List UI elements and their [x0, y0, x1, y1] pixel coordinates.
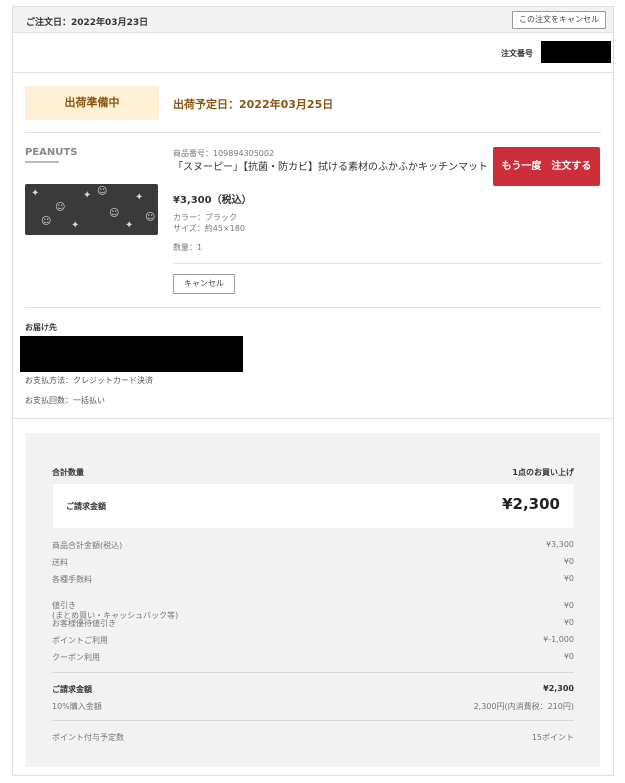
product-size: サイズ：約45×180 — [173, 224, 245, 233]
summary-row-value: ¥0 — [563, 652, 574, 661]
bill-amount-box: ご請求金額 ¥2,300 — [53, 484, 573, 528]
payment-count: お支払回数：一括払い — [25, 396, 105, 405]
cancel-order-button[interactable]: この注文をキャンセル — [512, 11, 606, 29]
product-quantity: 数量：1 — [173, 243, 203, 252]
product-image[interactable]: PEANUTS ✦ ☺ ✦ ☺ ✦ ☺ ✦ ☺ ✦ ☺ — [25, 147, 159, 237]
divider — [25, 132, 601, 133]
summary-row: 各種手数料 ¥0 — [52, 574, 574, 585]
cancel-item-button[interactable]: キャンセル — [173, 274, 235, 294]
reorder-button[interactable]: もう一度 注文する — [493, 147, 600, 186]
points-label: ポイント付与予定数 — [52, 733, 124, 742]
divider — [25, 307, 601, 308]
status-badge: 出荷準備中 — [25, 86, 159, 120]
bill-amount-label: ご請求金額 — [66, 502, 106, 511]
tax-label: 10%購入金額 — [52, 702, 102, 711]
summary-row-label: ポイントご利用 — [52, 636, 108, 645]
divider — [13, 72, 613, 73]
bill-amount-value: ¥2,300 — [502, 495, 560, 513]
summary-row: 送料 ¥0 — [52, 557, 574, 568]
ship-date: 出荷予定日：2022年03月25日 — [173, 98, 334, 111]
brand-logo: PEANUTS — [25, 147, 78, 158]
summary-row-label: 各種手数料 — [52, 575, 92, 584]
payment-method: お支払方法：クレジットカード決済 — [25, 376, 153, 385]
tax-row: 10%購入金額 2,300円(内消費税：210円) — [52, 701, 574, 712]
total-quantity-label: 合計数量 — [52, 468, 84, 477]
summary-row-value: ¥0 — [563, 557, 574, 566]
summary-row-label: 送料 — [52, 558, 68, 567]
product-code: 商品番号：109894305002 — [173, 149, 275, 158]
bill-total-row: ご請求金額 ¥2,300 — [52, 684, 574, 695]
kitchen-mat-image: ✦ ☺ ✦ ☺ ✦ ☺ ✦ ☺ ✦ ☺ — [25, 184, 158, 235]
summary-row-value: ¥-1,000 — [543, 635, 574, 644]
product-name[interactable]: 「スヌーピー」【抗菌・防カビ】拭ける素材のふかふかキッチンマット — [173, 161, 488, 175]
product-price: ¥3,300（税込） — [173, 195, 252, 206]
summary-row-label: 商品合計金額(税込) — [52, 541, 123, 550]
order-detail-card: ご注文日：2022年03月23日 この注文をキャンセル 注文番号 出荷準備中 出… — [12, 6, 614, 776]
summary-row: ポイントご利用 ¥-1,000 — [52, 635, 574, 646]
total-quantity-value: 1点のお買い上げ — [512, 468, 574, 477]
summary-row: クーポン利用 ¥0 — [52, 652, 574, 663]
product-color: カラー：ブラック — [173, 213, 237, 222]
bill-total-label: ご請求金額 — [52, 685, 92, 694]
summary-row-value: ¥0 — [563, 574, 574, 583]
summary-row: 商品合計金額(税込) ¥3,300 — [52, 540, 574, 551]
delivery-address-redacted — [20, 336, 243, 372]
divider — [13, 418, 613, 419]
order-number-redacted — [541, 41, 611, 63]
summary-row-value: ¥0 — [563, 618, 574, 627]
order-number-label: 注文番号 — [501, 49, 533, 58]
summary-row-value: ¥3,300 — [546, 540, 574, 549]
order-date: ご注文日：2022年03月23日 — [26, 18, 149, 28]
divider — [52, 720, 574, 721]
divider — [52, 672, 574, 673]
summary-row-value: ¥0 — [563, 601, 574, 610]
points-value: 15ポイント — [531, 733, 574, 742]
bill-total-value: ¥2,300 — [543, 684, 574, 693]
divider — [173, 263, 601, 264]
summary-row-label: お客様優待値引き — [52, 619, 116, 628]
summary-row: お客様優待値引き ¥0 — [52, 618, 574, 629]
order-summary: 合計数量 1点のお買い上げ ご請求金額 ¥2,300 商品合計金額(税込) ¥3… — [26, 433, 600, 767]
order-header: ご注文日：2022年03月23日 この注文をキャンセル — [13, 7, 613, 33]
total-quantity-row: 合計数量 1点のお買い上げ — [52, 467, 574, 478]
brand-logo-underline — [25, 161, 59, 163]
summary-row-label: クーポン利用 — [52, 653, 100, 662]
delivery-label: お届け先 — [25, 323, 57, 332]
points-row: ポイント付与予定数 15ポイント — [52, 732, 574, 743]
tax-value: 2,300円(内消費税：210円) — [473, 702, 574, 711]
